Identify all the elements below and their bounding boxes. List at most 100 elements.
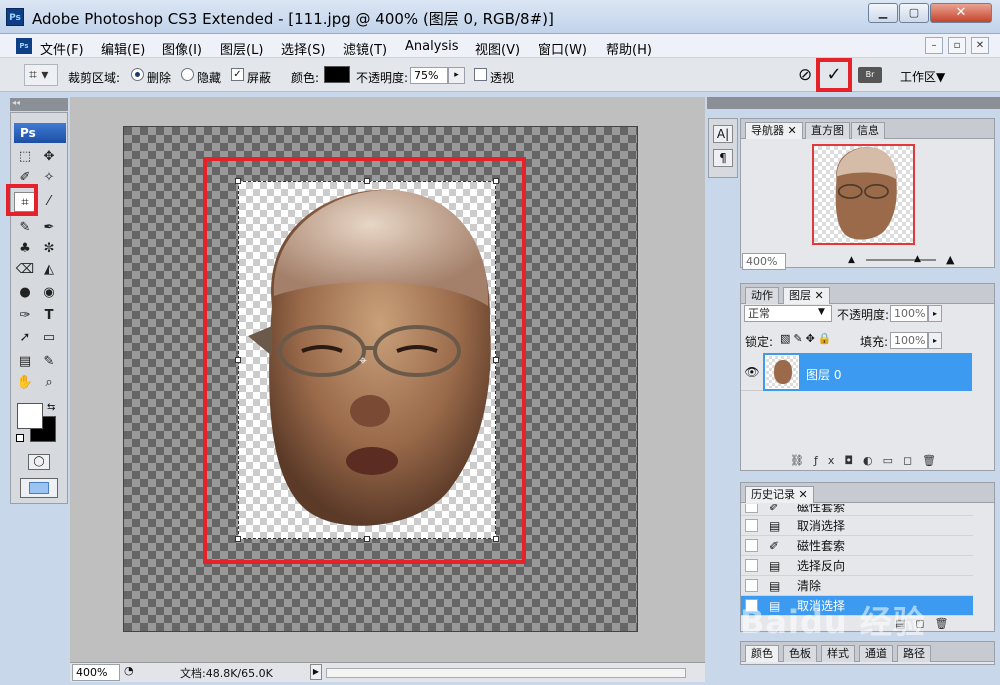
- zoom-out-icon[interactable]: ▲: [848, 255, 855, 265]
- paragraph-icon[interactable]: ¶: [713, 149, 733, 167]
- zoom-tool-icon[interactable]: ⌕: [38, 373, 60, 393]
- navigator-face-preview: [835, 147, 897, 240]
- hide-radio[interactable]: [181, 68, 194, 81]
- history-snapshot-box[interactable]: [745, 504, 758, 513]
- quick-mask-icon[interactable]: ◯: [28, 454, 50, 470]
- history-item-3[interactable]: ✐ 磁性套索: [741, 536, 973, 556]
- hand-tool-icon[interactable]: ✋: [14, 373, 36, 393]
- history-snapshot-box[interactable]: [745, 559, 758, 572]
- close-icon[interactable]: ✕: [930, 3, 992, 23]
- workspace-menu[interactable]: 工作区▼: [900, 68, 945, 85]
- history-item-5[interactable]: ▤ 清除: [741, 576, 973, 596]
- cancel-crop-icon[interactable]: ⊘: [798, 65, 816, 85]
- tab-paths[interactable]: 路径: [897, 645, 931, 662]
- doc-size-info: 文档:48.8K/65.0K: [180, 667, 273, 680]
- dodge-tool-icon[interactable]: ◉: [38, 283, 60, 303]
- lock-icons[interactable]: ▧✎✥🔒: [780, 332, 835, 345]
- history-item-2[interactable]: ▤ 取消选择: [741, 516, 973, 536]
- delete-radio[interactable]: [131, 68, 144, 81]
- history-snapshot-box[interactable]: [745, 539, 758, 552]
- layer-opacity-input[interactable]: 100%: [890, 305, 928, 322]
- menu-view[interactable]: 视图(V): [475, 39, 520, 58]
- menu-analysis[interactable]: Analysis: [405, 39, 459, 54]
- blend-mode-arrow-icon[interactable]: ▼: [818, 307, 825, 317]
- menu-filter[interactable]: 滤镜(T): [343, 39, 387, 58]
- tab-history[interactable]: 历史记录 ✕: [745, 486, 814, 503]
- shield-color-swatch[interactable]: [324, 66, 350, 83]
- history-snapshot-box[interactable]: [745, 519, 758, 532]
- navigator-slider-thumb[interactable]: ▲: [914, 254, 921, 264]
- doc-close-icon[interactable]: ✕: [971, 37, 989, 54]
- menu-file[interactable]: 文件(F): [40, 39, 84, 58]
- zoom-level-field[interactable]: 400%: [72, 664, 120, 681]
- history-brush-icon[interactable]: ✼: [38, 239, 60, 259]
- navigator-zoom-field[interactable]: 400%: [742, 253, 786, 270]
- healing-brush-icon[interactable]: ✎: [14, 218, 36, 238]
- menu-layer[interactable]: 图层(L): [220, 39, 263, 58]
- menu-image[interactable]: 图像(I): [162, 39, 202, 58]
- paint-bucket-icon[interactable]: ◭: [38, 260, 60, 280]
- tab-info[interactable]: 信息: [851, 122, 885, 139]
- eraser-tool-icon[interactable]: ⌫: [14, 260, 36, 280]
- zoom-in-icon[interactable]: ▲: [946, 253, 954, 266]
- menu-help[interactable]: 帮助(H): [606, 39, 652, 58]
- foreground-color-swatch[interactable]: [17, 403, 43, 429]
- status-menu-arrow-icon[interactable]: ▶: [310, 664, 322, 680]
- status-preview-icon[interactable]: ◔: [124, 664, 134, 677]
- menu-window[interactable]: 窗口(W): [538, 39, 587, 58]
- layer-actions-toolbar[interactable]: ⛓ƒx◘◐▭◻🗑: [790, 454, 946, 467]
- horizontal-scrollbar[interactable]: [326, 668, 686, 678]
- tab-channels[interactable]: 通道: [859, 645, 893, 662]
- rectangle-tool-icon[interactable]: ▭: [38, 328, 60, 348]
- move-tool-icon[interactable]: ✥: [38, 147, 60, 167]
- doc-restore-icon[interactable]: ▫: [948, 37, 966, 54]
- minimize-icon[interactable]: ▁: [868, 3, 898, 23]
- fill-input[interactable]: 100%: [890, 332, 928, 349]
- history-item-4[interactable]: ▤ 选择反向: [741, 556, 973, 576]
- history-item-1[interactable]: ✐ 磁性套索: [741, 504, 973, 516]
- layer-opacity-arrow-icon[interactable]: ▸: [928, 305, 942, 322]
- opacity-input[interactable]: 75%: [410, 67, 448, 84]
- type-tool-icon[interactable]: T: [38, 306, 60, 326]
- maximize-icon[interactable]: ▢: [899, 3, 929, 23]
- shield-checkbox[interactable]: ✓: [231, 68, 244, 81]
- pen-tool-icon[interactable]: ✑: [14, 306, 36, 326]
- history-snapshot-box[interactable]: [745, 579, 758, 592]
- magic-wand-tool-icon[interactable]: ✧: [38, 168, 60, 188]
- menu-select[interactable]: 选择(S): [281, 39, 325, 58]
- default-colors-icon[interactable]: [16, 434, 24, 442]
- blur-tool-icon[interactable]: ●: [14, 283, 36, 303]
- doc-icon: ▤: [769, 559, 781, 573]
- tab-navigator[interactable]: 导航器 ✕: [745, 122, 803, 139]
- tab-styles[interactable]: 样式: [821, 645, 855, 662]
- fill-arrow-icon[interactable]: ▸: [928, 332, 942, 349]
- slice-tool-icon[interactable]: ⁄: [38, 192, 60, 212]
- layer-visibility-eye-icon[interactable]: 👁: [741, 353, 763, 391]
- panel-dock-header[interactable]: [707, 97, 1000, 109]
- history-item-label: 取消选择: [797, 519, 846, 533]
- tab-actions[interactable]: 动作: [745, 287, 779, 304]
- bridge-icon[interactable]: Br: [858, 67, 882, 83]
- clone-stamp-icon[interactable]: ♣: [14, 239, 36, 259]
- screen-mode-icon[interactable]: [20, 478, 58, 498]
- navigator-zoom-slider[interactable]: [866, 259, 936, 261]
- doc-minimize-icon[interactable]: –: [925, 37, 943, 54]
- marquee-tool-icon[interactable]: ⬚: [14, 147, 36, 167]
- perspective-checkbox[interactable]: [474, 68, 487, 81]
- opacity-arrow-icon[interactable]: ▸: [448, 67, 465, 84]
- crop-tool-preset-picker[interactable]: ⌗ ▾: [24, 64, 58, 86]
- eyedropper-tool-icon[interactable]: ✎: [38, 352, 60, 372]
- layer-name[interactable]: 图层 0: [806, 366, 841, 383]
- path-selection-icon[interactable]: ➚: [14, 328, 36, 348]
- navigator-thumbnail[interactable]: [812, 144, 915, 245]
- tab-swatches[interactable]: 色板: [783, 645, 817, 662]
- tab-layers[interactable]: 图层 ✕: [783, 287, 830, 304]
- tab-color[interactable]: 颜色: [745, 645, 779, 662]
- notes-tool-icon[interactable]: ▤: [14, 352, 36, 372]
- brush-tool-icon[interactable]: ✒: [38, 218, 60, 238]
- menu-edit[interactable]: 编辑(E): [101, 39, 145, 58]
- tab-histogram[interactable]: 直方图: [805, 122, 850, 139]
- character-icon[interactable]: A|: [713, 125, 733, 143]
- swap-colors-icon[interactable]: ⇆: [47, 402, 55, 413]
- tools-panel-header[interactable]: ◂◂: [10, 98, 68, 111]
